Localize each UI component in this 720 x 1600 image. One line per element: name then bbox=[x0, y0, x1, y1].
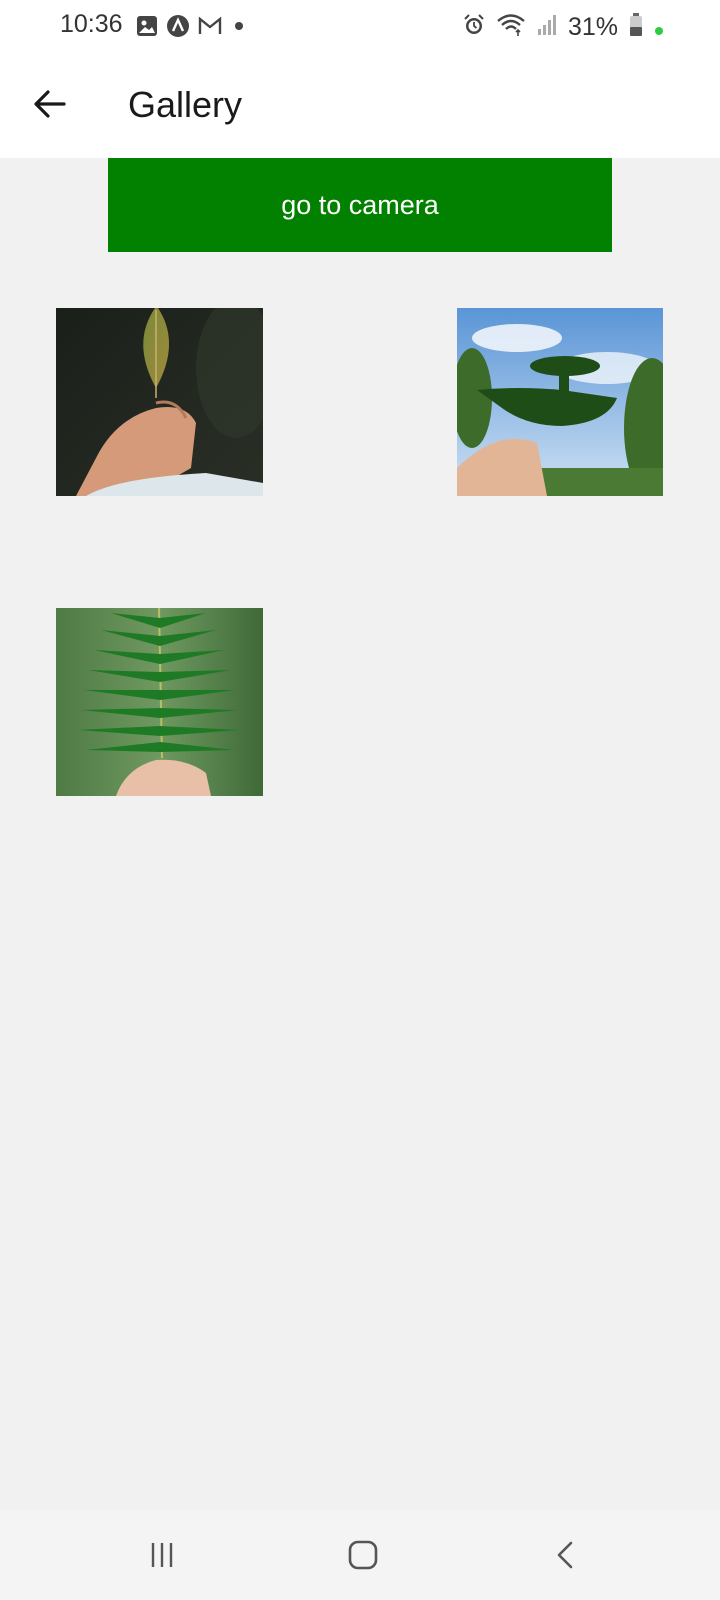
alarm-icon bbox=[462, 13, 486, 41]
status-time: 10:36 bbox=[60, 10, 123, 38]
battery-icon bbox=[628, 12, 644, 42]
back-button[interactable] bbox=[28, 82, 72, 126]
back-icon bbox=[557, 1541, 573, 1569]
system-nav-bar bbox=[0, 1510, 720, 1600]
recent-apps-button[interactable] bbox=[132, 1530, 192, 1580]
status-bar: 10:36 31% bbox=[0, 0, 720, 52]
home-icon bbox=[348, 1540, 378, 1570]
wifi-icon bbox=[496, 13, 526, 41]
fern-leaf-photo[interactable] bbox=[56, 608, 263, 796]
nav-back-button[interactable] bbox=[536, 1530, 596, 1580]
recent-apps-icon bbox=[151, 1543, 173, 1567]
leaf-in-hand-photo[interactable] bbox=[56, 308, 263, 496]
signal-icon bbox=[536, 13, 558, 41]
dot-icon bbox=[230, 17, 248, 39]
go-to-camera-button[interactable]: go to camera bbox=[108, 158, 612, 252]
privacy-dot-icon bbox=[654, 14, 664, 40]
page-title: Gallery bbox=[128, 84, 243, 125]
image-icon bbox=[136, 15, 158, 41]
status-right-icons: 31% bbox=[462, 12, 664, 42]
app-bar: Gallery bbox=[0, 52, 720, 158]
home-button[interactable] bbox=[333, 1530, 393, 1580]
leaf-art-boat-photo[interactable] bbox=[457, 308, 663, 496]
status-left-icons bbox=[136, 14, 248, 42]
app-icon bbox=[166, 14, 190, 42]
battery-percent: 31% bbox=[567, 12, 618, 41]
gmail-icon bbox=[198, 16, 222, 40]
arrow-left-icon bbox=[34, 90, 66, 118]
